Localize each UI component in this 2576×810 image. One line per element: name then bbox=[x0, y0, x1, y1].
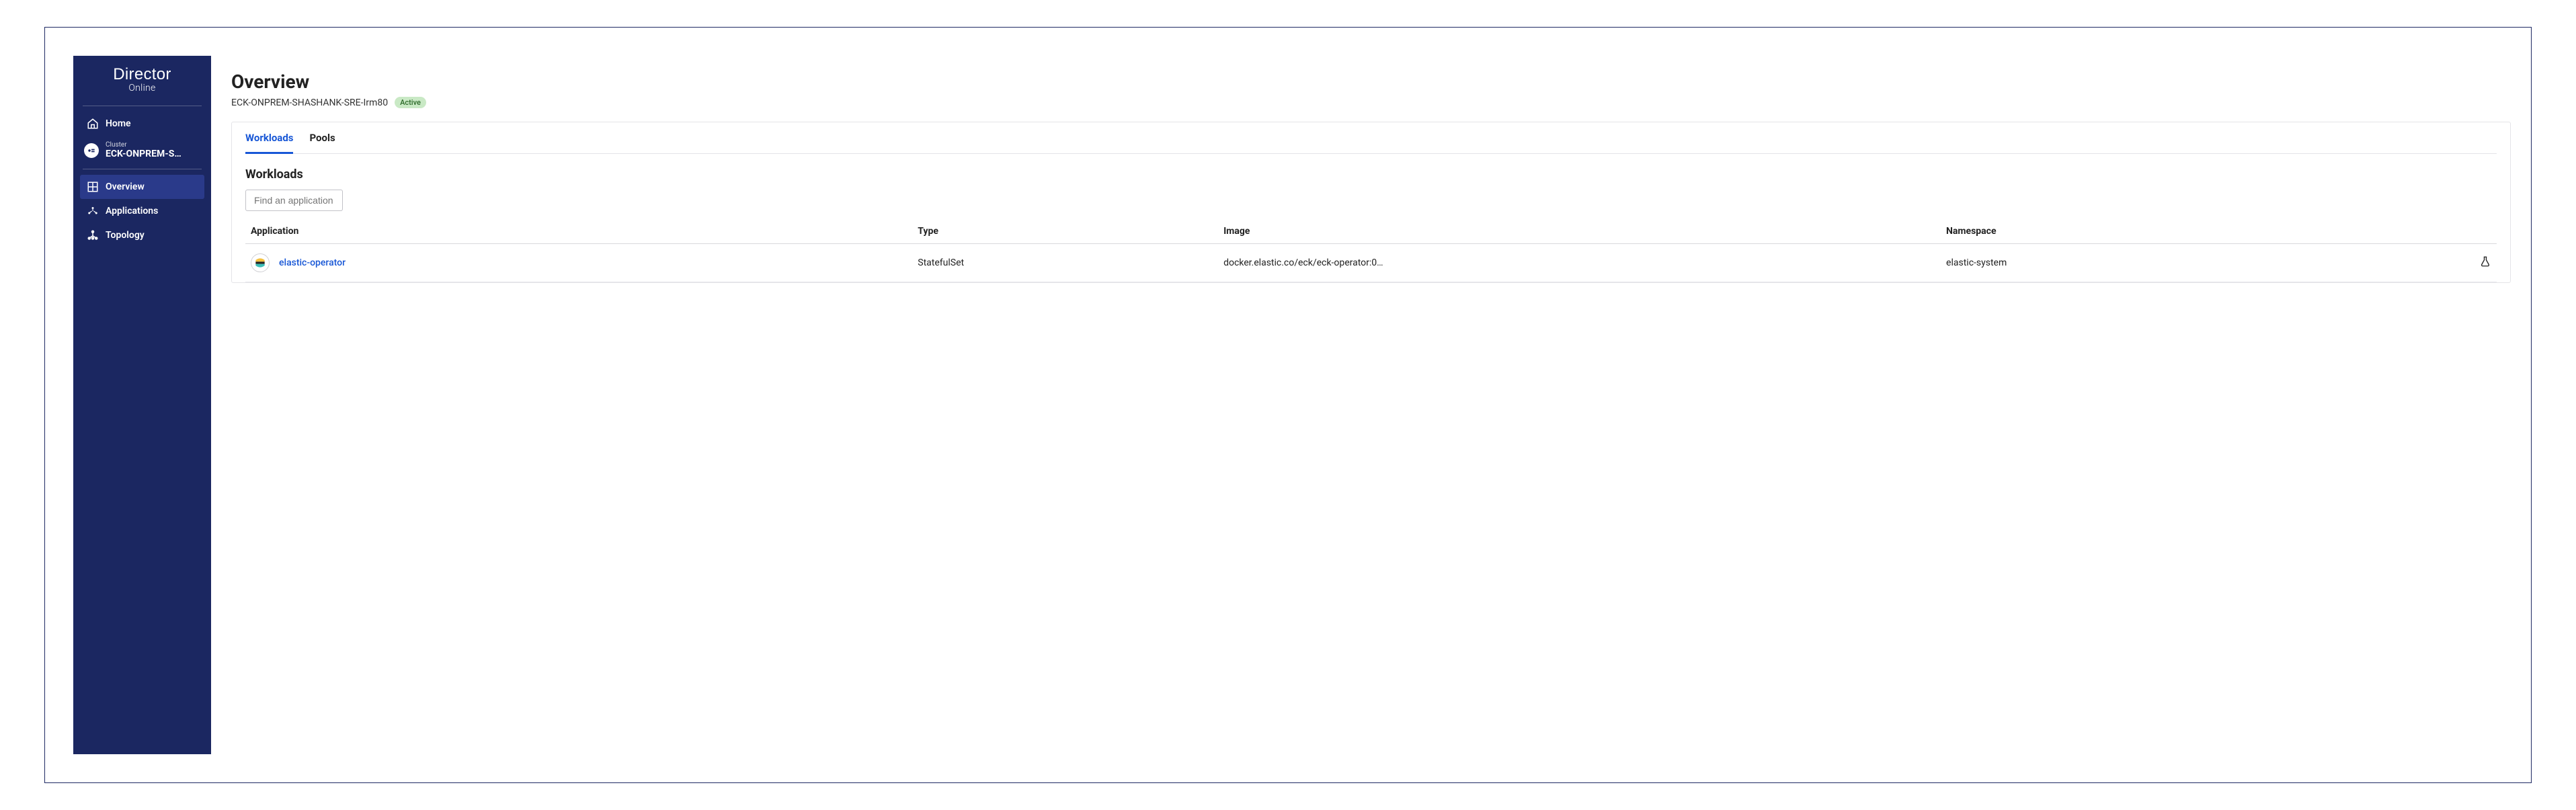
cell-image: docker.elastic.co/eck/eck-operator:0… bbox=[1218, 244, 1941, 282]
header-namespace: Namespace bbox=[1941, 226, 2330, 244]
brand-title: Director bbox=[80, 65, 204, 84]
nav-applications[interactable]: Applications bbox=[80, 199, 204, 223]
overview-icon bbox=[87, 181, 99, 193]
nav-topology[interactable]: Topology bbox=[80, 223, 204, 247]
header-type: Type bbox=[912, 226, 1218, 244]
cell-actions bbox=[2330, 244, 2497, 282]
page-title: Overview bbox=[231, 71, 2511, 93]
cell-namespace: elastic-system bbox=[1941, 244, 2330, 282]
header-actions bbox=[2330, 226, 2497, 244]
flask-icon[interactable] bbox=[2479, 255, 2491, 268]
section-title: Workloads bbox=[245, 167, 2497, 181]
cluster-text: Cluster ECK-ONPREM-S… bbox=[106, 141, 200, 159]
brand-subtitle: Online bbox=[80, 83, 204, 93]
main-content: Overview ECK-ONPREM-SHASHANK-SRE-Irm80 A… bbox=[211, 56, 2531, 754]
cluster-selector[interactable]: Cluster ECK-ONPREM-S… bbox=[80, 136, 204, 165]
home-icon bbox=[87, 118, 99, 130]
topology-icon bbox=[87, 229, 99, 241]
app-container: Director Online Home Cluster ECK-ONPREM-… bbox=[73, 56, 2531, 754]
page-subtitle-row: ECK-ONPREM-SHASHANK-SRE-Irm80 Active bbox=[231, 97, 2511, 108]
tabs: Workloads Pools bbox=[245, 122, 2497, 154]
workloads-table: Application Type Image Namespace bbox=[245, 226, 2497, 282]
application-cell: elastic-operator bbox=[251, 253, 907, 272]
application-link[interactable]: elastic-operator bbox=[279, 257, 346, 268]
nav-home-label: Home bbox=[106, 118, 131, 129]
cell-type: StatefulSet bbox=[912, 244, 1218, 282]
cell-application: elastic-operator bbox=[245, 244, 912, 282]
header-image: Image bbox=[1218, 226, 1941, 244]
cluster-label: Cluster bbox=[106, 141, 200, 149]
nav-topology-label: Topology bbox=[106, 230, 145, 241]
search-input[interactable] bbox=[245, 190, 343, 211]
table-row: elastic-operator StatefulSet docker.elas… bbox=[245, 244, 2497, 282]
header-application: Application bbox=[245, 226, 912, 244]
nav-overview[interactable]: Overview bbox=[80, 175, 204, 199]
nav-overview-label: Overview bbox=[106, 181, 145, 192]
app-frame: Director Online Home Cluster ECK-ONPREM-… bbox=[44, 27, 2532, 783]
status-badge: Active bbox=[395, 97, 426, 108]
table-header-row: Application Type Image Namespace bbox=[245, 226, 2497, 244]
applications-icon bbox=[87, 205, 99, 217]
cluster-icon bbox=[84, 143, 99, 158]
tab-workloads[interactable]: Workloads bbox=[245, 122, 293, 154]
brand: Director Online bbox=[80, 65, 204, 102]
content-card: Workloads Pools Workloads Application Ty… bbox=[231, 122, 2511, 283]
nav-applications-label: Applications bbox=[106, 206, 158, 216]
cluster-full-name: ECK-ONPREM-SHASHANK-SRE-Irm80 bbox=[231, 97, 388, 108]
tab-pools[interactable]: Pools bbox=[309, 122, 335, 153]
elastic-icon bbox=[251, 253, 270, 272]
cluster-name: ECK-ONPREM-S… bbox=[106, 149, 200, 159]
nav-home[interactable]: Home bbox=[80, 112, 204, 136]
sidebar: Director Online Home Cluster ECK-ONPREM-… bbox=[73, 56, 211, 754]
